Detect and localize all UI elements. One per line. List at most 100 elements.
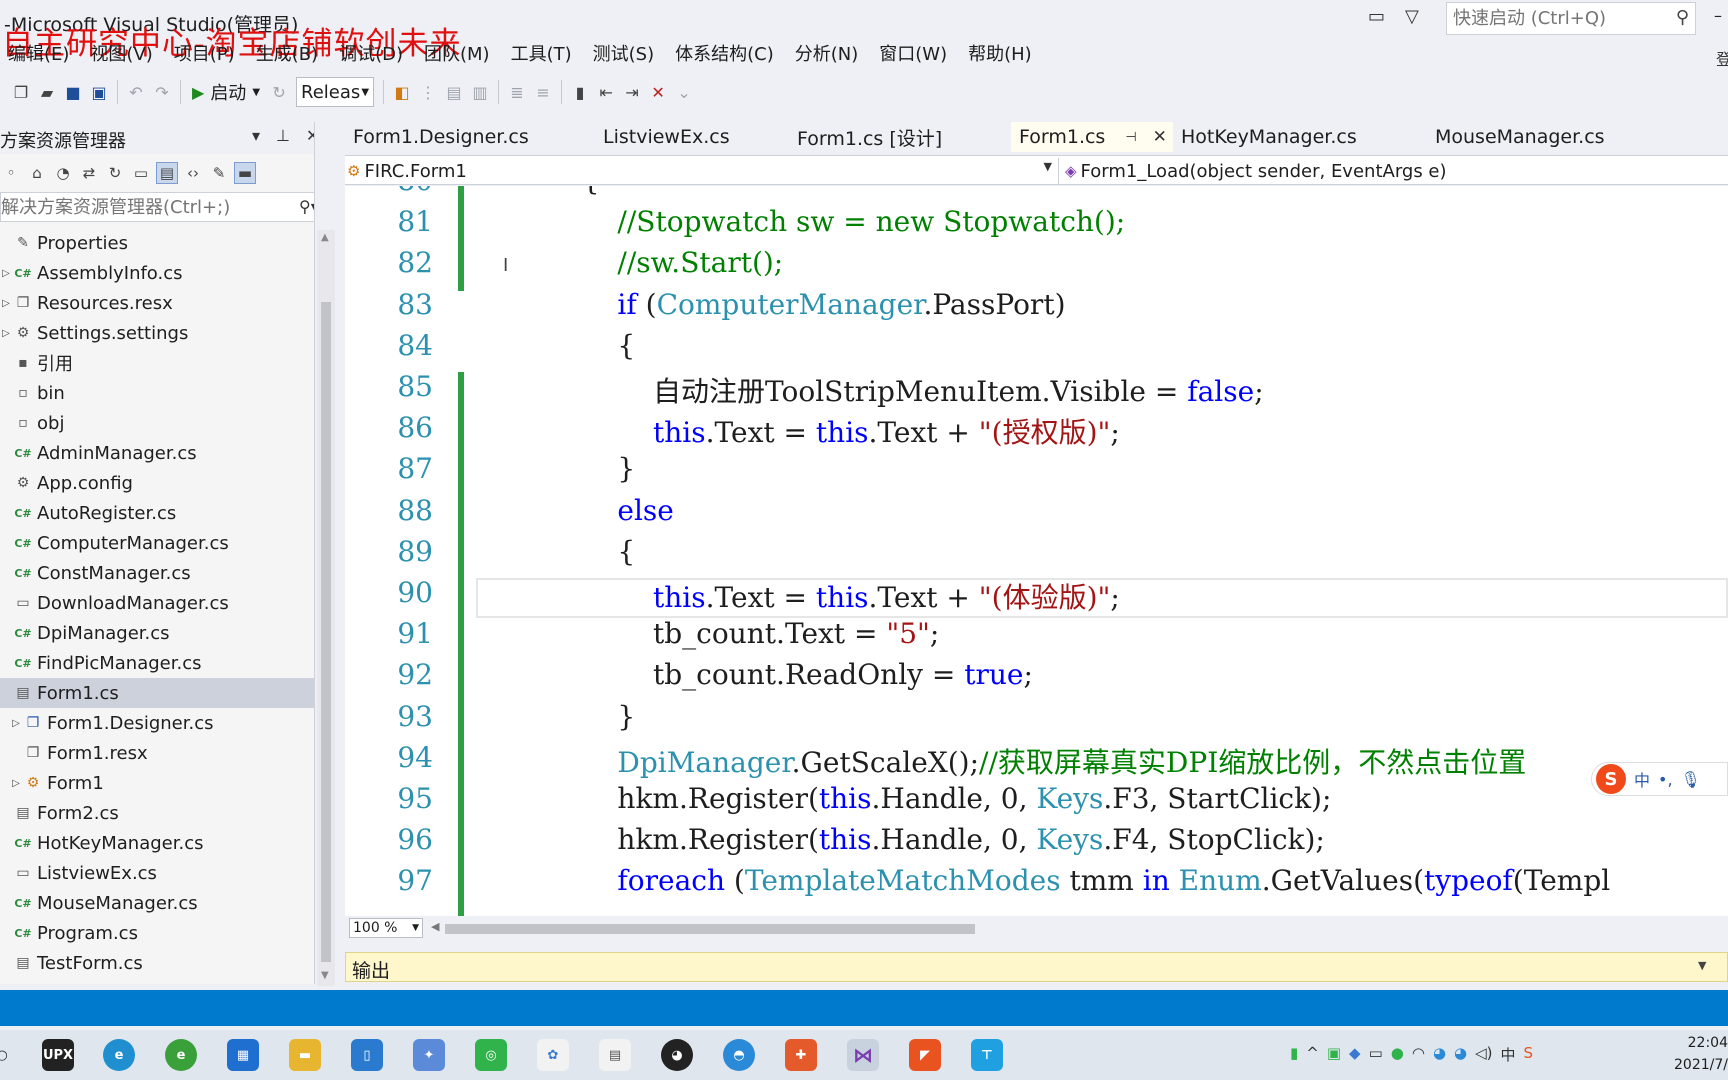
filter-icon[interactable]: ▽ — [1405, 6, 1419, 27]
code-line[interactable]: DpiManager.GetScaleX();//获取屏幕真实DPI缩放比例，不… — [475, 741, 1526, 781]
menu-help[interactable]: 帮助(H) — [960, 40, 1045, 70]
solution-item[interactable]: ▤ TestForm.cs — [0, 948, 314, 978]
solution-item[interactable]: C# FindPicManager.cs — [0, 648, 314, 678]
tray-app-icon[interactable]: ▭ — [1369, 1044, 1383, 1065]
expand-arrow-icon[interactable]: ▷ — [0, 328, 12, 339]
minimize-icon[interactable]: – — [1714, 6, 1722, 25]
menu-team[interactable]: 团队(M) — [416, 40, 503, 70]
taskbar-clock[interactable]: 22:04 2021/7/ — [1674, 1032, 1728, 1076]
solution-config-select[interactable]: Releas ▼ — [296, 77, 375, 107]
document-tab[interactable]: Form1.Designer.cs — [345, 122, 595, 152]
menu-project[interactable]: 项目(P) — [166, 40, 248, 70]
solution-search-box[interactable]: ⚲▾ — [0, 192, 314, 222]
new-project-icon[interactable]: ❐ — [8, 78, 34, 106]
start-icon[interactable]: ○ — [0, 1039, 18, 1071]
toolbar-overflow-icon[interactable]: ⋮ — [415, 78, 441, 106]
code-line[interactable]: else — [475, 494, 673, 527]
explorer-icon[interactable]: ▬ — [289, 1039, 321, 1071]
solution-item[interactable]: ⚙ App.config — [0, 468, 314, 498]
horizontal-scrollbar-thumb[interactable] — [445, 924, 975, 934]
next-bookmark-icon[interactable]: ⇥ — [619, 78, 645, 106]
solution-item[interactable]: ▭ DownloadManager.cs — [0, 588, 314, 618]
sogou-tray-icon[interactable]: S — [1524, 1044, 1534, 1065]
back-icon[interactable]: ◦ — [0, 162, 22, 184]
tray-app-icon[interactable]: ▣ — [1327, 1044, 1341, 1065]
solution-item[interactable]: C# HotKeyManager.cs — [0, 828, 314, 858]
search-icon[interactable]: ⚲ — [1676, 7, 1689, 28]
solution-item[interactable]: ▭ ListviewEx.cs — [0, 858, 314, 888]
tray-app-icon[interactable]: ◆ — [1349, 1044, 1361, 1065]
comment-icon[interactable]: ▤ — [441, 78, 467, 106]
tray-app-icon[interactable]: ◕ — [1433, 1044, 1446, 1065]
clear-bookmarks-icon[interactable]: ✕ — [645, 78, 671, 106]
solution-item[interactable]: ▪ 引用 — [0, 348, 314, 378]
scroll-left-icon[interactable]: ◀ — [431, 920, 439, 933]
start-debug-button[interactable]: ▶ 启动 ▼ — [186, 78, 266, 106]
increase-indent-icon[interactable]: ≡ — [530, 78, 556, 106]
code-line[interactable]: tb_count.Text = "5"; — [475, 617, 939, 650]
solution-explorer-scrollbar[interactable]: ▲ ▼ — [317, 230, 335, 986]
ime-badge[interactable]: S 中 •, 🎙 — [1591, 762, 1728, 796]
quick-launch-box[interactable]: ⚲ — [1446, 2, 1696, 35]
scroll-down-icon[interactable]: ▼ — [321, 970, 329, 981]
battery-icon[interactable]: ▮ — [1290, 1044, 1298, 1065]
document-tab[interactable]: HotKeyManager.cs — [1173, 122, 1427, 152]
menu-window[interactable]: 窗口(W) — [871, 40, 960, 70]
solution-item[interactable]: C# AutoRegister.cs — [0, 498, 314, 528]
edge-icon[interactable]: e — [103, 1039, 135, 1071]
tray-app-icon[interactable]: ● — [1391, 1044, 1404, 1065]
qq-icon[interactable]: ◕ — [661, 1039, 693, 1071]
zoom-select[interactable]: 100 % ▼ — [349, 918, 423, 938]
solution-item[interactable]: ▷ ⚙ Form1 — [0, 768, 314, 798]
document-tab[interactable]: ListviewEx.cs — [595, 122, 789, 152]
class-selector[interactable]: ⚙ FIRC.Form1 ▼ — [347, 158, 1059, 184]
find-in-files-icon[interactable]: ◧ — [389, 78, 415, 106]
code-line[interactable]: } — [475, 452, 635, 485]
ie-icon[interactable]: e — [165, 1039, 197, 1071]
code-line[interactable]: 自动注册ToolStripMenuItem.Visible = false; — [475, 370, 1264, 410]
solution-item[interactable]: ❐ Form1.resx — [0, 738, 314, 768]
solution-item[interactable]: ▷ ❐ Resources.resx — [0, 288, 314, 318]
pending-changes-icon[interactable]: ◔ — [52, 162, 74, 184]
home-icon[interactable]: ⌂ — [26, 162, 48, 184]
scrollbar-thumb[interactable] — [321, 302, 331, 962]
pin-tab-icon[interactable]: ⊣ — [1125, 130, 1136, 145]
upx-icon[interactable]: UPX — [42, 1039, 74, 1071]
undo-icon[interactable]: ↶ — [123, 78, 149, 106]
view-code-icon[interactable]: ‹› — [182, 162, 204, 184]
tray-expand-icon[interactable]: ^ — [1306, 1044, 1319, 1065]
menu-architecture[interactable]: 体系结构(C) — [667, 40, 787, 70]
app2-icon[interactable]: ✿ — [537, 1039, 569, 1071]
output-panel[interactable]: 输出 ▼ — [345, 952, 1728, 982]
menu-tools[interactable]: 工具(T) — [503, 40, 585, 70]
app6-icon[interactable]: ⊤ — [971, 1039, 1003, 1071]
refresh-icon[interactable]: ↻ — [104, 162, 126, 184]
code-editor[interactable]: 80 81 82 83 84 85 86 87 88 89 90 91 92 93 94 95 96 97 { /… — [345, 186, 1728, 916]
menu-debug[interactable]: 调试(D) — [331, 40, 416, 70]
solution-item[interactable]: ▤ Form1.cs — [0, 678, 314, 708]
code-line[interactable]: foreach (TemplateMatchModes tmm in Enum.… — [475, 864, 1610, 897]
network-icon[interactable]: ◠ — [1412, 1044, 1425, 1065]
solution-search-input[interactable] — [1, 193, 291, 221]
solution-item[interactable]: ▷ ❐ Form1.Designer.cs — [0, 708, 314, 738]
code-line[interactable]: //sw.Start(); — [475, 246, 783, 279]
collapse-all-icon[interactable]: ▭ — [130, 162, 152, 184]
code-line[interactable]: { — [475, 535, 635, 568]
solution-item[interactable]: ✎ Properties — [0, 228, 314, 258]
solution-item[interactable]: C# AdminManager.cs — [0, 438, 314, 468]
code-line[interactable]: } — [475, 700, 635, 733]
solution-item[interactable]: C# ConstManager.cs — [0, 558, 314, 588]
refresh-icon[interactable]: ↻ — [266, 78, 292, 106]
menu-test[interactable]: 测试(S) — [585, 40, 667, 70]
prev-bookmark-icon[interactable]: ⇤ — [593, 78, 619, 106]
member-selector[interactable]: ◈ Form1_Load(object sender, EventArgs e) — [1065, 158, 1725, 184]
store-icon[interactable]: ▦ — [227, 1039, 259, 1071]
notes-icon[interactable]: ▤ — [599, 1039, 631, 1071]
uncomment-icon[interactable]: ▥ — [467, 78, 493, 106]
pin-icon[interactable]: ⊥ — [276, 126, 290, 145]
expand-arrow-icon[interactable]: ▷ — [10, 778, 22, 789]
menu-build[interactable]: 生成(B) — [248, 40, 331, 70]
sync-icon[interactable]: ⇄ — [78, 162, 100, 184]
code-line[interactable]: { — [475, 329, 635, 362]
expand-arrow-icon[interactable]: ▷ — [10, 718, 22, 729]
